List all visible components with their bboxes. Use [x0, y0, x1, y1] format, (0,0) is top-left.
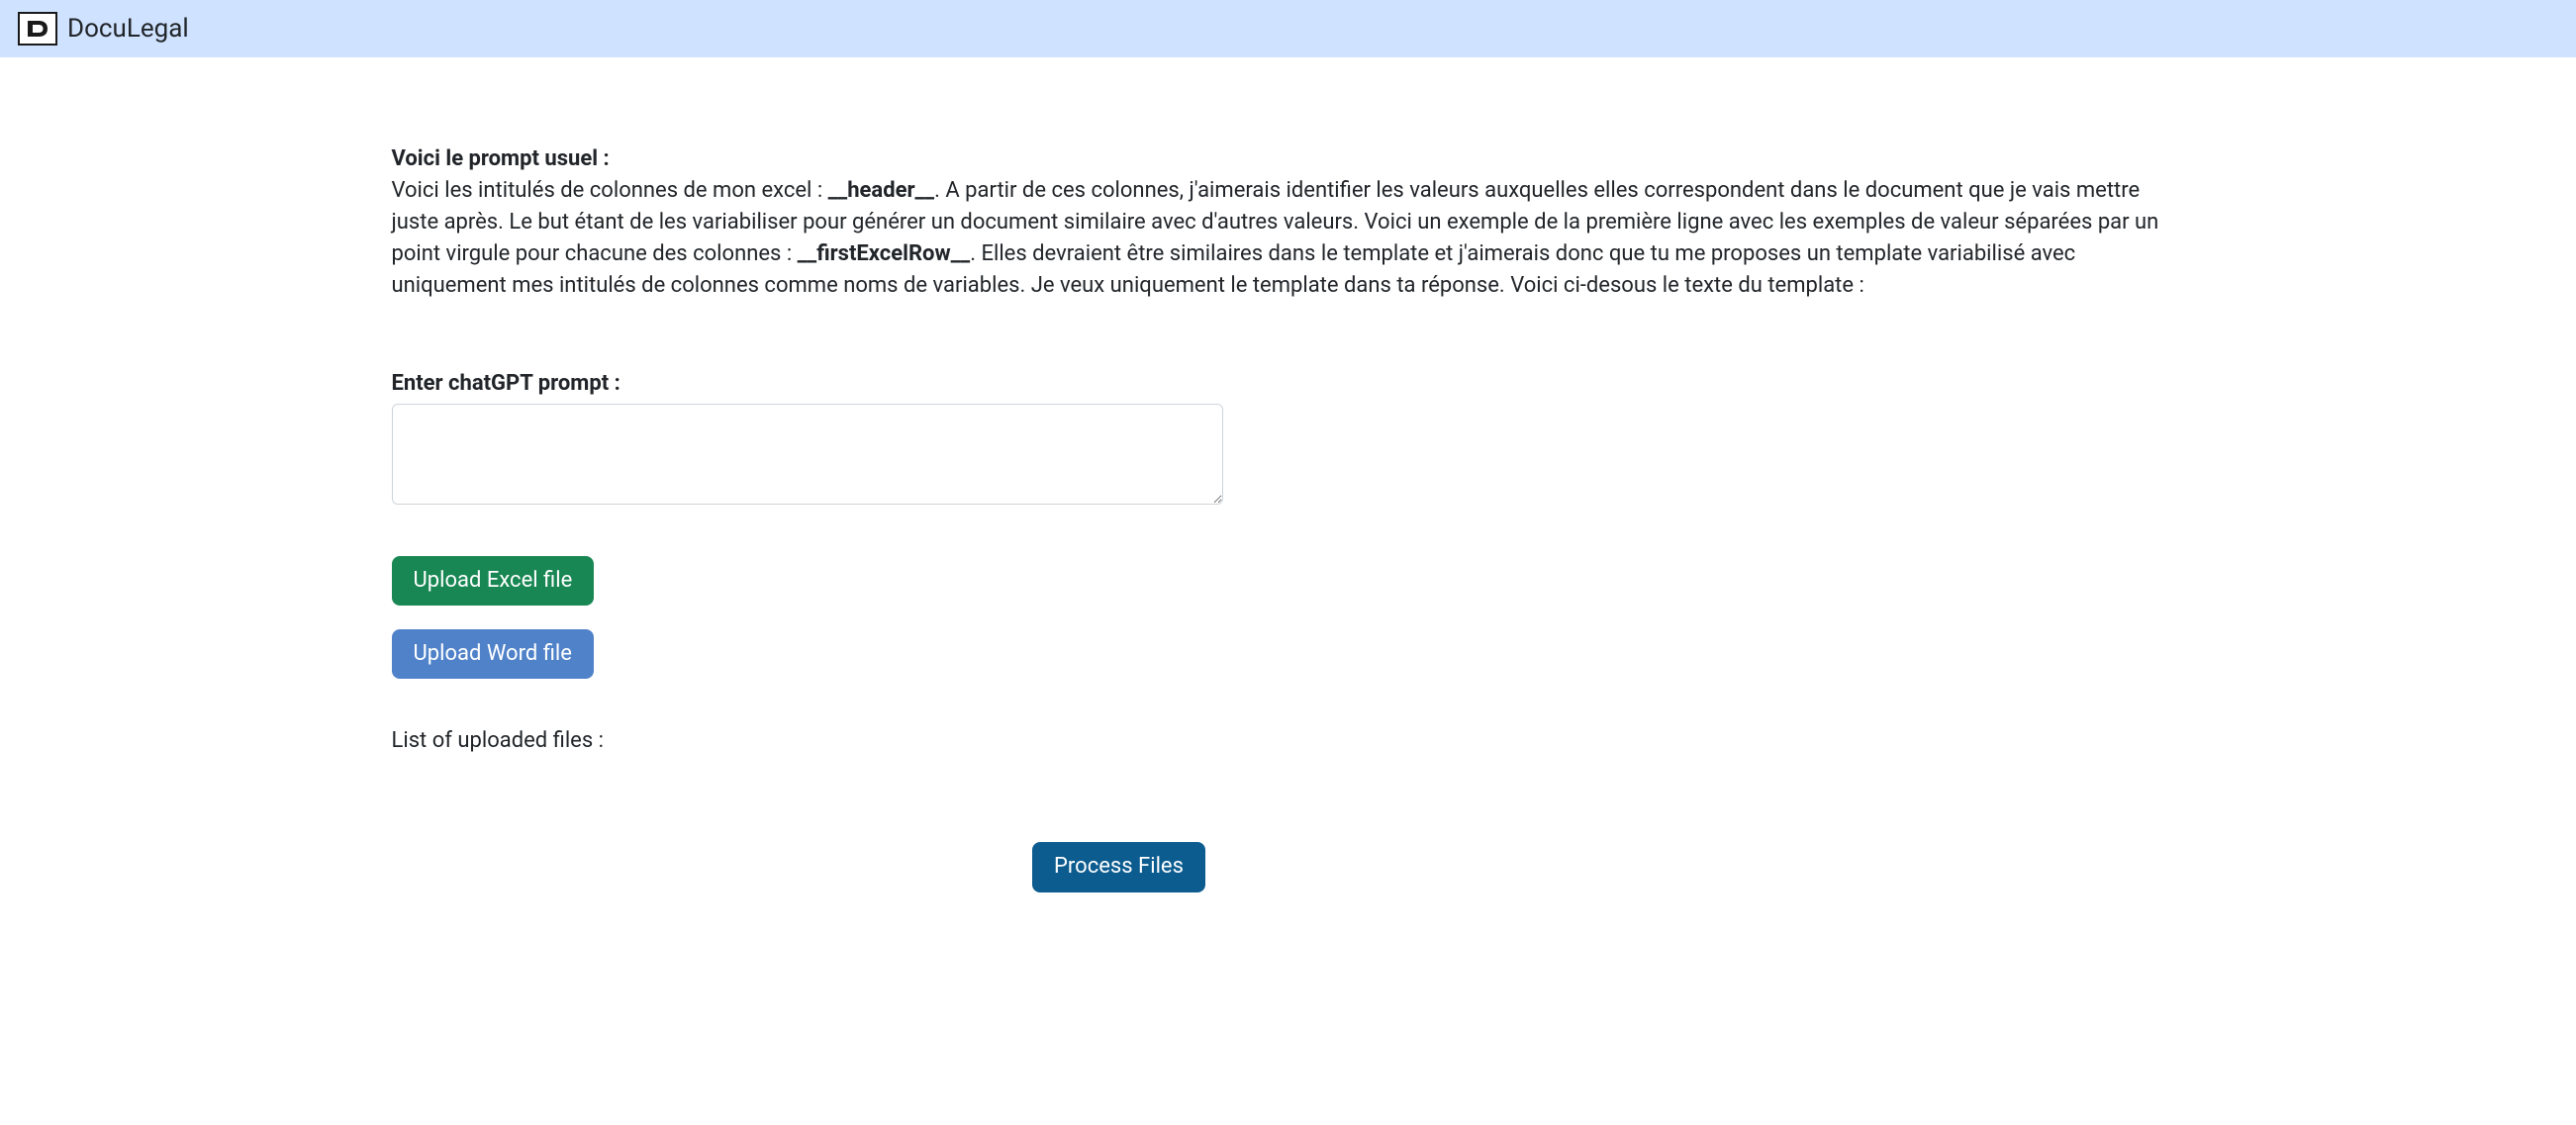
prompt-text-part1: Voici les intitulés de colonnes de mon e… [392, 178, 828, 203]
process-files-button[interactable]: Process Files [1032, 842, 1205, 891]
app-title: DocuLegal [67, 14, 189, 44]
upload-word-button[interactable]: Upload Word file [392, 629, 594, 679]
prompt-var-header: __header__ [828, 178, 934, 203]
default-prompt-heading: Voici le prompt usuel : [392, 146, 2185, 171]
default-prompt-text: Voici les intitulés de colonnes de mon e… [392, 175, 2185, 302]
prompt-var-firstrow: __firstExcelRow__ [798, 241, 971, 266]
chatgpt-prompt-input[interactable] [392, 404, 1223, 505]
app-header: DocuLegal [0, 0, 2576, 57]
app-logo-icon [18, 12, 57, 46]
main-content: Voici le prompt usuel : Voici les intitu… [131, 57, 2446, 932]
prompt-input-label: Enter chatGPT prompt : [392, 371, 2185, 396]
uploaded-files-label: List of uploaded files : [392, 728, 2185, 753]
upload-excel-button[interactable]: Upload Excel file [392, 556, 595, 606]
